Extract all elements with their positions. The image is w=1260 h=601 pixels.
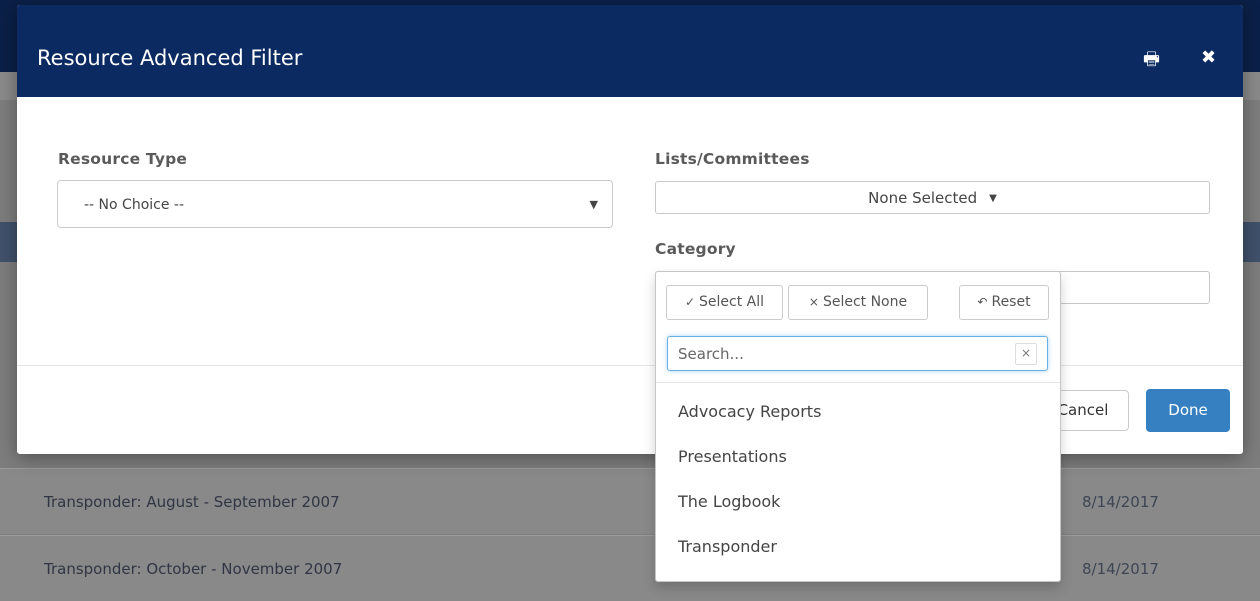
caret-down-icon: ▼ [989, 193, 997, 204]
select-none-label: Select None [822, 294, 908, 310]
lists-committees-label: Lists/Committees [655, 150, 810, 168]
select-all-button[interactable]: ✓ Select All [666, 285, 783, 320]
table-row: Transponder: August - September 2007 8/1… [0, 468, 1260, 534]
modal-header: Resource Advanced Filter 🖶 ✖ [17, 5, 1243, 97]
reset-label: Reset [991, 294, 1031, 310]
category-option[interactable]: Transponder [678, 537, 777, 556]
undo-icon: ↶ [977, 295, 988, 309]
dropdown-divider [656, 382, 1060, 383]
category-option[interactable]: Presentations [678, 447, 787, 466]
check-icon: ✓ [684, 295, 696, 309]
category-dropdown: ✓Select All ×Select None ↶Reset × Advoca… [655, 271, 1061, 582]
category-search-box: × [667, 336, 1048, 371]
resource-type-label: Resource Type [58, 150, 188, 168]
category-option[interactable]: Advocacy Reports [678, 402, 821, 421]
select-all-label: Select All [699, 294, 765, 310]
resource-type-select[interactable]: -- No Choice -- ▼ [57, 180, 613, 228]
category-option[interactable]: The Logbook [678, 492, 780, 511]
done-button[interactable]: Done [1146, 389, 1230, 432]
row-title: Transponder: August - September 2007 [44, 493, 340, 511]
clear-search-icon[interactable]: × [1015, 343, 1037, 365]
lists-committees-multiselect[interactable]: None Selected ▼ [655, 181, 1210, 214]
row-title: Transponder: October - November 2007 [44, 560, 343, 578]
select-none-button[interactable]: × Select None [788, 285, 928, 320]
lists-committees-value: None Selected [868, 189, 978, 207]
close-icon[interactable]: ✖ [1201, 47, 1216, 68]
reset-button[interactable]: ↶ Reset [959, 285, 1049, 320]
resource-type-value: -- No Choice -- [84, 197, 185, 213]
row-date: 8/14/2017 [1082, 493, 1159, 511]
chevron-down-icon: ▼ [589, 198, 598, 211]
print-icon[interactable]: 🖶 [1143, 47, 1160, 77]
category-label: Category [655, 240, 736, 258]
close-icon: × [808, 295, 819, 309]
modal-title: Resource Advanced Filter [37, 46, 303, 70]
category-search-input[interactable] [678, 337, 998, 370]
row-date: 8/14/2017 [1082, 560, 1159, 578]
table-row: Transponder: October - November 2007 8/1… [0, 535, 1260, 601]
